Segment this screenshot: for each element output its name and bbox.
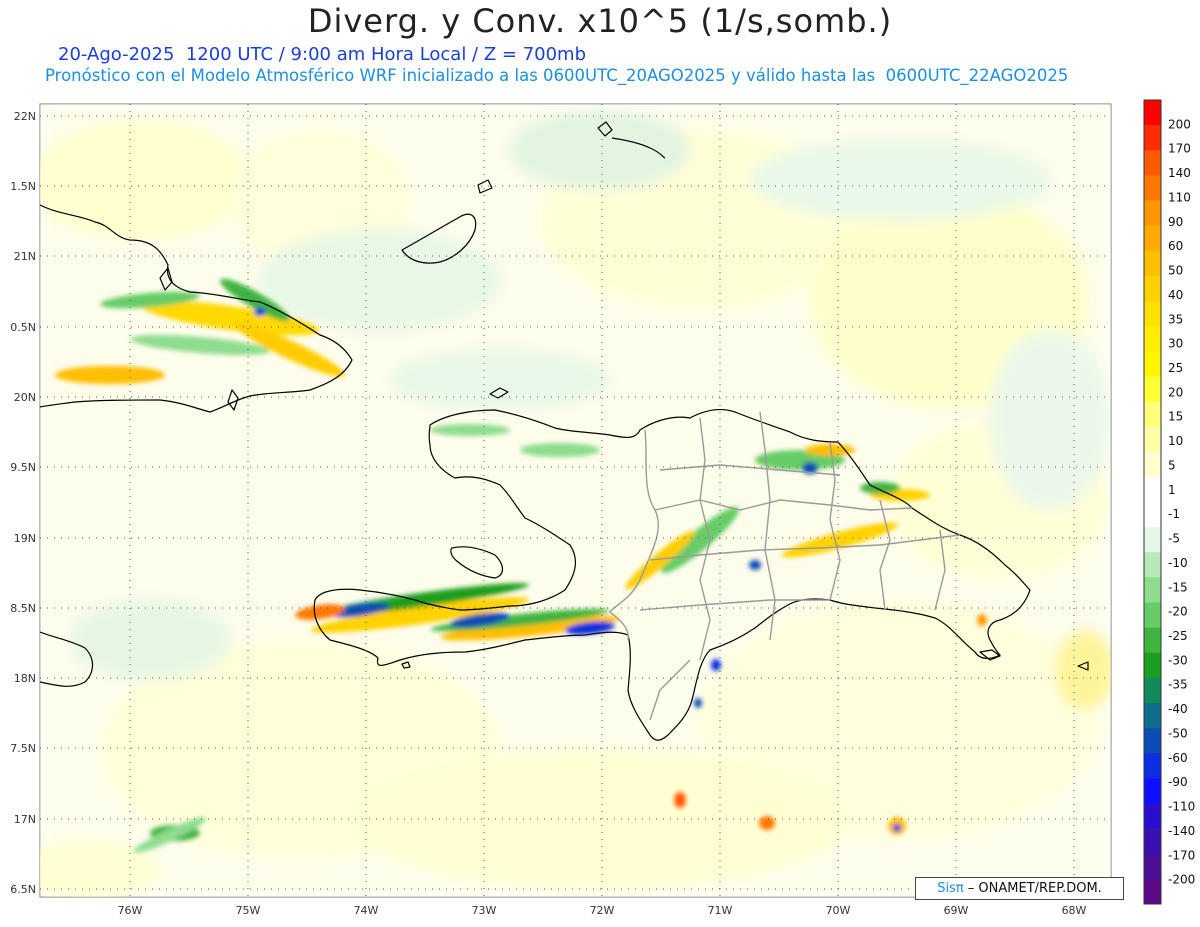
colorbar-label: -50 (1168, 726, 1188, 740)
colorbar-label: 20 (1168, 385, 1183, 399)
colorbar-label: -35 (1168, 678, 1188, 692)
lat-tick-label: 0.5N (10, 321, 36, 334)
colorbar-swatch (1144, 703, 1161, 729)
colorbar-swatch (1144, 728, 1161, 754)
colorbar-label: 10 (1168, 434, 1183, 448)
colorbar-label: -40 (1168, 702, 1188, 716)
colorbar-swatch (1144, 401, 1161, 427)
lon-tick-label: 71W (708, 904, 733, 917)
lat-tick-label: 6.5N (10, 883, 36, 896)
lat-tick-label: 18N (14, 672, 36, 685)
lon-tick-label: 70W (826, 904, 851, 917)
colorbar-label: -30 (1168, 653, 1188, 667)
lon-tick-label: 69W (944, 904, 969, 917)
colorbar-label: 15 (1168, 410, 1183, 424)
lon-tick-label: 75W (236, 904, 261, 917)
colorbar-label: 90 (1168, 215, 1183, 229)
colorbar-swatch (1144, 451, 1161, 478)
colorbar-swatch (1144, 828, 1161, 855)
colorbar-swatch (1144, 426, 1161, 453)
colorbar-label: 25 (1168, 361, 1183, 375)
colorbar-swatch (1144, 552, 1161, 578)
colorbar-label: 5 (1168, 458, 1176, 472)
lon-tick-label: 72W (590, 904, 615, 917)
shaded-field (40, 104, 1111, 897)
colorbar-swatch (1144, 376, 1161, 402)
colorbar-label: 30 (1168, 337, 1183, 351)
lat-tick-labels: 22N 1.5N 21N 0.5N 20N 9.5N 19N 8.5N 18N … (10, 110, 36, 896)
lat-tick-label: 19N (14, 532, 36, 545)
colorbar-swatch (1144, 803, 1161, 829)
lon-tick-label: 73W (472, 904, 497, 917)
colorbar-label: -20 (1168, 605, 1188, 619)
lon-tick-label: 68W (1062, 904, 1087, 917)
colorbar-label: 170 (1168, 142, 1191, 156)
colorbar-swatch (1144, 175, 1161, 201)
colorbar-label: 110 (1168, 190, 1191, 204)
lat-tick-label: 7.5N (10, 742, 36, 755)
lon-tick-label: 76W (118, 904, 143, 917)
colorbar-label: -5 (1168, 532, 1180, 546)
colorbar-swatch (1144, 200, 1161, 226)
colorbar-swatch (1144, 853, 1161, 880)
colorbar-swatch (1144, 602, 1161, 628)
colorbar-swatch (1144, 250, 1161, 277)
colorbar-label: -10 (1168, 556, 1188, 570)
colorbar-swatch (1144, 753, 1161, 779)
colorbar-swatch (1144, 476, 1161, 503)
colorbar-label: -200 (1168, 873, 1195, 887)
colorbar-swatch (1144, 100, 1161, 126)
lat-tick-label: 9.5N (10, 461, 36, 474)
colorbar-swatch (1144, 275, 1161, 302)
colorbar-label: 200 (1168, 117, 1191, 131)
colorbar-label: 40 (1168, 288, 1183, 302)
lat-tick-label: 17N (14, 813, 36, 826)
colorbar-label: 35 (1168, 312, 1183, 326)
lat-tick-label: 8.5N (10, 602, 36, 615)
colorbar-swatch (1144, 150, 1161, 176)
lat-tick-label: 20N (14, 391, 36, 404)
colorbar-swatch (1144, 577, 1161, 603)
colorbar-label: -15 (1168, 580, 1188, 594)
colorbar-swatch (1144, 351, 1161, 377)
colorbar-swatch (1144, 225, 1161, 252)
lon-tick-label: 74W (354, 904, 379, 917)
colorbar-label: -140 (1168, 824, 1195, 838)
colorbar-label: -110 (1168, 800, 1195, 814)
colorbar-label: -25 (1168, 629, 1188, 643)
colorbar-swatch (1144, 677, 1161, 704)
colorbar-label: -90 (1168, 775, 1188, 789)
colorbar-label: -60 (1168, 751, 1188, 765)
map-figure: 76W 75W 74W 73W 72W 71W 70W 69W 68W 22N … (10, 99, 1195, 917)
colorbar-label: 140 (1168, 166, 1191, 180)
colorbar-swatch (1144, 301, 1161, 327)
colorbar-swatch (1144, 502, 1161, 528)
colorbar-swatch (1144, 778, 1161, 804)
lat-tick-label: 22N (14, 110, 36, 123)
colorbar-swatch (1144, 125, 1161, 151)
lat-tick-label: 21N (14, 250, 36, 263)
colorbar-swatch (1144, 652, 1161, 679)
colorbar: 200 170 140 110 90 60 50 40 35 30 25 20 15 10 5 1 -1 -5 -1… (1143, 99, 1195, 905)
credit-brand: Sisπ (937, 881, 964, 896)
lat-tick-label: 1.5N (10, 180, 36, 193)
colorbar-swatch (1144, 627, 1161, 654)
credit-text: – ONAMET/REP.DOM. (963, 881, 1102, 896)
colorbar-label: 60 (1168, 239, 1183, 253)
colorbar-label: 50 (1168, 264, 1183, 278)
colorbar-label: -1 (1168, 507, 1180, 521)
lon-tick-labels: 76W 75W 74W 73W 72W 71W 70W 69W 68W (118, 904, 1087, 917)
colorbar-label: 1 (1168, 483, 1176, 497)
colorbar-swatch (1144, 326, 1161, 352)
credit-box: Sisπ – ONAMET/REP.DOM. (915, 877, 1124, 900)
colorbar-label: -170 (1168, 848, 1195, 862)
colorbar-swatch (1144, 527, 1161, 553)
colorbar-swatch (1144, 878, 1161, 905)
